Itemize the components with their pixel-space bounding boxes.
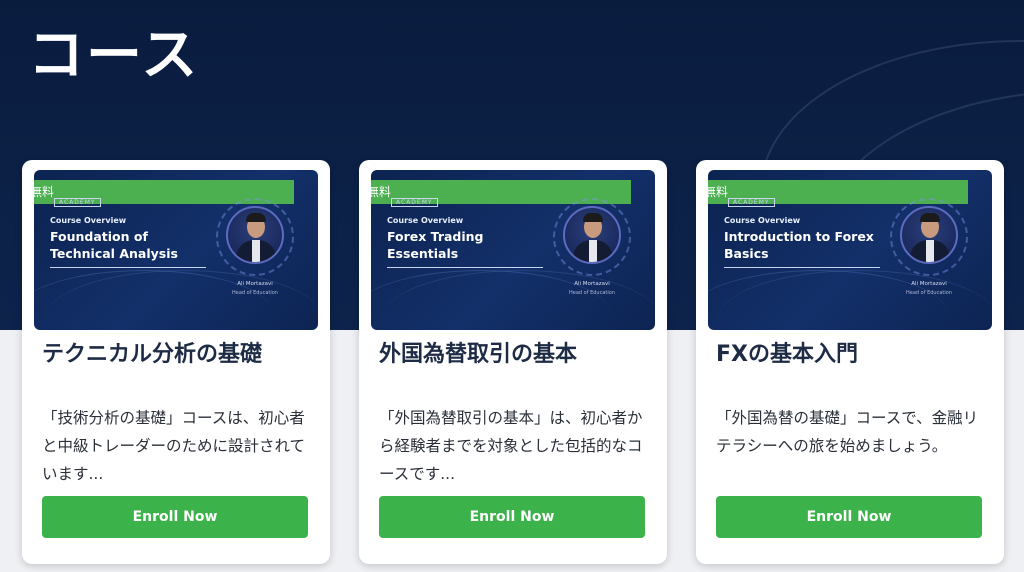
thumbnail-underline <box>50 267 206 268</box>
person-avatar-icon <box>226 206 284 264</box>
thumbnail-overview: Course Overview <box>724 216 801 225</box>
person-avatar-icon <box>900 206 958 264</box>
enroll-now-button[interactable]: Enroll Now <box>42 496 308 538</box>
thumbnail-title: Introduction to Forex Basics <box>724 229 874 261</box>
page-title: コース <box>28 23 200 88</box>
presenter-name: Ali Mortazavi <box>237 281 273 287</box>
course-card[interactable]: 無料 ACADEMY Course Overview Foundation of… <box>22 160 330 564</box>
enroll-now-button[interactable]: Enroll Now <box>379 496 645 538</box>
presenter-role: Head of Education <box>569 290 615 296</box>
course-title[interactable]: テクニカル分析の基礎 <box>42 336 262 368</box>
presenter-name: Ali Mortazavi <box>574 281 610 287</box>
thumbnail-underline <box>387 267 543 268</box>
thumbnail-overview: Course Overview <box>50 216 127 225</box>
page: コース 無料 ACADEMY Course Overview Foundatio… <box>0 0 1024 572</box>
academy-logo: ACADEMY <box>54 198 101 207</box>
thumbnail-title: Forex Trading Essentials <box>387 229 484 261</box>
course-description: 「技術分析の基礎」コースは、初心者と中級トレーダーのために設計されています... <box>42 409 306 483</box>
course-description: 「外国為替取引の基本」は、初心者から経験者までを対象とした包括的なコースです..… <box>379 409 643 483</box>
presenter-name: Ali Mortazavi <box>911 281 947 287</box>
thumbnail-title: Foundation of Technical Analysis <box>50 229 178 261</box>
course-card[interactable]: 無料 ACADEMY Course Overview Introduction … <box>696 160 1004 564</box>
person-avatar-icon <box>563 206 621 264</box>
course-thumbnail[interactable]: 無料 ACADEMY Course Overview Forex Trading… <box>371 170 655 330</box>
course-description: 「外国為替の基礎」コースで、金融リテラシーへの旅を始めましょう。 <box>716 409 979 455</box>
academy-logo: ACADEMY <box>728 198 775 207</box>
course-title[interactable]: FXの基本入門 <box>716 336 858 368</box>
enroll-now-button[interactable]: Enroll Now <box>716 496 982 538</box>
course-thumbnail[interactable]: 無料 ACADEMY Course Overview Foundation of… <box>34 170 318 330</box>
presenter-role: Head of Education <box>232 290 278 296</box>
thumbnail-underline <box>724 267 880 268</box>
academy-logo: ACADEMY <box>391 198 438 207</box>
course-card[interactable]: 無料 ACADEMY Course Overview Forex Trading… <box>359 160 667 564</box>
thumbnail-overview: Course Overview <box>387 216 464 225</box>
presenter-role: Head of Education <box>906 290 952 296</box>
course-title[interactable]: 外国為替取引の基本 <box>379 336 577 368</box>
course-thumbnail[interactable]: 無料 ACADEMY Course Overview Introduction … <box>708 170 992 330</box>
